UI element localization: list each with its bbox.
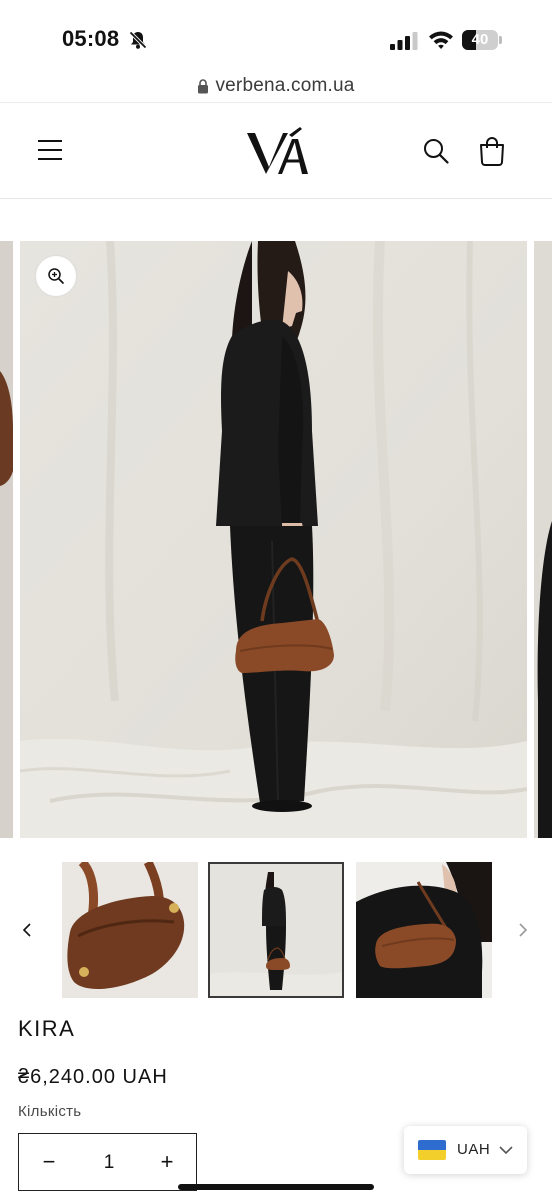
zoom-in-icon — [48, 268, 64, 284]
product-price: ₴6,240.00 UAH — [18, 1066, 168, 1088]
thumbnail-3[interactable] — [356, 862, 492, 998]
url-text: verbena.com.ua — [215, 75, 355, 96]
cart-icon[interactable] — [478, 136, 506, 166]
chevron-down-icon — [499, 1146, 513, 1155]
verbena-logo[interactable] — [244, 127, 310, 179]
currency-selector[interactable]: UAH — [404, 1126, 527, 1174]
main-product-image[interactable] — [20, 241, 527, 838]
chevron-left-icon[interactable] — [18, 920, 36, 940]
thumbnail-strip — [0, 862, 552, 998]
zoom-button[interactable] — [36, 256, 76, 296]
increase-quantity-button[interactable]: + — [157, 1150, 177, 1174]
signal-icon — [390, 32, 418, 50]
site-header — [0, 103, 552, 199]
status-time: 05:08 — [62, 26, 120, 51]
thumbnail-2-selected[interactable] — [208, 862, 344, 998]
chevron-right-icon[interactable] — [514, 920, 532, 940]
home-indicator — [178, 1184, 374, 1190]
thumbnail-1[interactable] — [62, 862, 198, 998]
ukraine-flag-icon — [418, 1140, 446, 1160]
previous-slide[interactable] — [0, 241, 13, 838]
lock-icon — [198, 78, 209, 93]
status-bar: 05:08 40 — [0, 0, 552, 66]
currency-label: UAH — [457, 1141, 491, 1158]
search-icon[interactable] — [422, 137, 450, 165]
battery-percentage: 40 — [471, 31, 489, 48]
quantity-stepper: − 1 + — [18, 1133, 197, 1191]
next-slide[interactable] — [534, 241, 552, 838]
product-title: KIRA — [18, 1016, 76, 1041]
wifi-icon — [429, 31, 453, 49]
quantity-label: Кількість — [18, 1103, 82, 1120]
quantity-input[interactable]: 1 — [89, 1151, 129, 1175]
bell-muted-icon — [129, 31, 147, 49]
product-gallery[interactable] — [0, 241, 552, 838]
decrease-quantity-button[interactable]: − — [39, 1150, 59, 1174]
hamburger-menu-icon[interactable] — [36, 137, 64, 163]
address-bar[interactable]: verbena.com.ua — [0, 70, 552, 102]
battery-indicator: 40 — [462, 30, 502, 50]
